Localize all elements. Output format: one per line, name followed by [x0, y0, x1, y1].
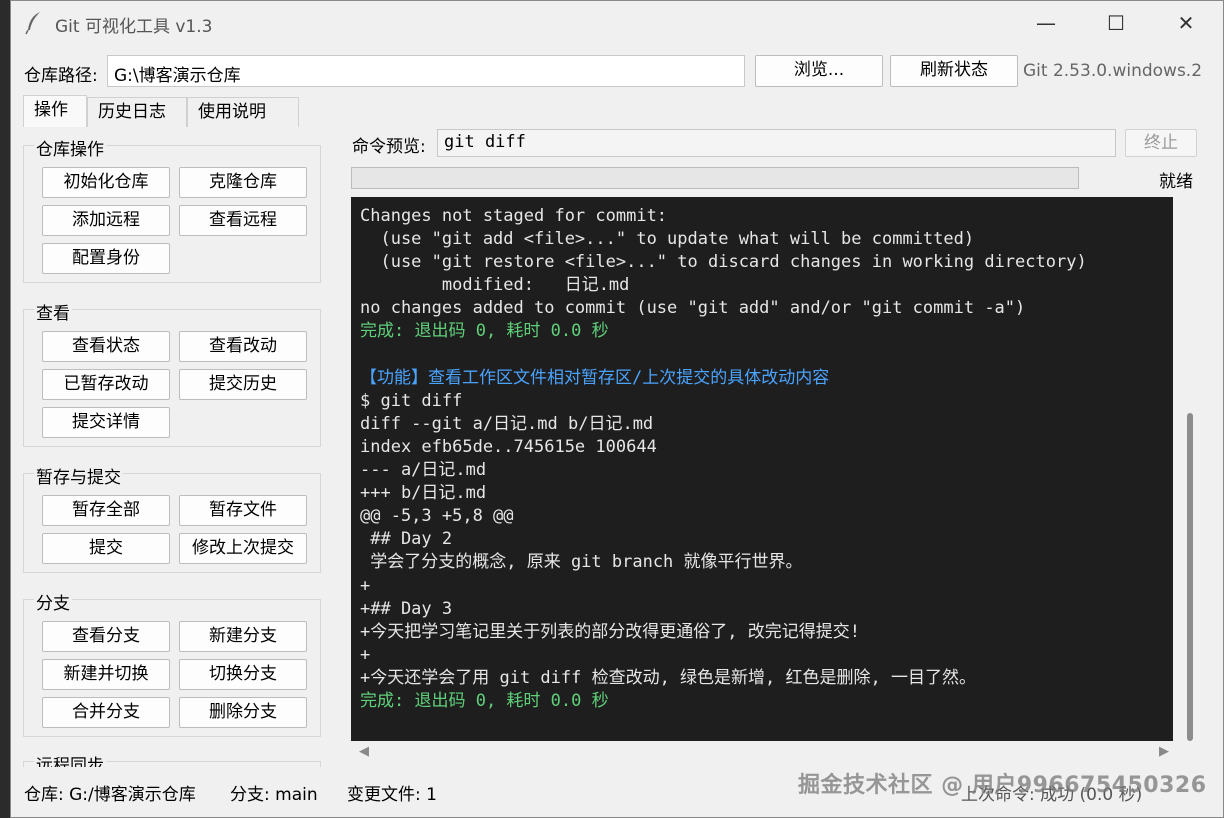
console-line: Changes not staged for commit:	[360, 206, 668, 226]
stage-file-button[interactable]: 暂存文件	[179, 495, 307, 526]
command-preview-row: 命令预览: git diff 终止	[351, 129, 1223, 159]
git-version-label: Git 2.53.0.windows.2	[1023, 61, 1203, 81]
commit-details-button[interactable]: 提交详情	[42, 407, 170, 438]
commit-button[interactable]: 提交	[42, 533, 170, 564]
group-branch: 分支 查看分支 新建分支 新建并切换 切换分支 合并分支 删除分支	[23, 589, 321, 737]
init-repo-button[interactable]: 初始化仓库	[42, 167, 170, 198]
operations-panel: 仓库操作 初始化仓库 克隆仓库 添加远程 查看远程 配置身份 查看 查看状态 查…	[23, 127, 339, 767]
group-repo-operations: 仓库操作 初始化仓库 克隆仓库 添加远程 查看远程 配置身份	[23, 135, 321, 283]
scroll-right-icon[interactable]: ▶	[1159, 744, 1169, 759]
merge-branch-button[interactable]: 合并分支	[42, 697, 170, 728]
command-preview-label: 命令预览:	[352, 137, 426, 157]
console-line: $ git diff	[360, 390, 463, 411]
browse-button[interactable]: 浏览...	[755, 55, 883, 87]
tab-history-log[interactable]: 历史日志	[87, 97, 187, 127]
console-line: index efb65de..745615e 100644	[360, 436, 657, 457]
console-line: diff --git a/日记.md b/日记.md	[360, 413, 654, 434]
delete-branch-button[interactable]: 删除分支	[179, 697, 307, 728]
console-line: --- a/日记.md	[360, 460, 487, 481]
console-line: 完成: 退出码 0, 耗时 0.0 秒	[360, 690, 609, 711]
close-button[interactable]: ✕	[1151, 1, 1221, 45]
staged-changes-button[interactable]: 已暂存改动	[42, 369, 170, 400]
progress-bar	[351, 167, 1079, 189]
status-changed-files: 变更文件: 1	[347, 785, 437, 805]
amend-commit-button[interactable]: 修改上次提交	[179, 533, 307, 564]
console-line: +	[360, 644, 371, 665]
scroll-left-icon[interactable]: ◀	[359, 744, 369, 759]
new-and-switch-button[interactable]: 新建并切换	[42, 659, 170, 690]
console-line: +今天把学习笔记里关于列表的部分改得更通俗了, 改完记得提交!	[360, 621, 860, 642]
commit-history-button[interactable]: 提交历史	[179, 369, 307, 400]
group-title: 远程同步	[34, 751, 106, 767]
title-bar[interactable]: Git 可视化工具 v1.3 — ☐ ✕	[11, 1, 1223, 45]
console-line: ## Day 2	[360, 529, 453, 550]
console-line: no changes added to commit (use "git add…	[360, 298, 1026, 319]
repo-path-row: 仓库路径: G:\博客演示仓库 浏览... 刷新状态 Git 2.53.0.wi…	[11, 55, 1223, 87]
view-changes-button[interactable]: 查看改动	[179, 331, 307, 362]
scrollbar-thumb[interactable]	[1187, 413, 1193, 741]
status-label: 就绪	[1159, 172, 1193, 192]
console-line: 完成: 退出码 0, 耗时 0.0 秒	[360, 321, 609, 342]
watermark: 掘金技术社区 @ 用户996675450326	[798, 773, 1207, 798]
view-remote-button[interactable]: 查看远程	[179, 205, 307, 236]
stop-button[interactable]: 终止	[1125, 129, 1197, 157]
output-console[interactable]: Changes not staged for commit: (use "git…	[351, 197, 1173, 741]
stage-all-button[interactable]: 暂存全部	[42, 495, 170, 526]
new-branch-button[interactable]: 新建分支	[179, 621, 307, 652]
window-title: Git 可视化工具 v1.3	[55, 17, 213, 37]
app-window: Git 可视化工具 v1.3 — ☐ ✕ 仓库路径: G:\博客演示仓库 浏览.…	[10, 0, 1224, 818]
group-title: 仓库操作	[34, 135, 106, 160]
group-stage-commit: 暂存与提交 暂存全部 暂存文件 提交 修改上次提交	[23, 463, 321, 573]
refresh-status-button[interactable]: 刷新状态	[890, 55, 1018, 87]
tab-usage-guide[interactable]: 使用说明	[187, 97, 299, 127]
repo-path-label: 仓库路径:	[24, 66, 98, 86]
tab-operations[interactable]: 操作	[23, 95, 87, 127]
console-vertical-scrollbar[interactable]	[1183, 197, 1197, 741]
group-view: 查看 查看状态 查看改动 已暂存改动 提交历史 提交详情	[23, 299, 321, 447]
console-line: modified: 日记.md	[360, 275, 630, 296]
console-line: +	[360, 575, 371, 596]
feather-icon	[25, 12, 40, 35]
status-branch: 分支: main	[230, 785, 318, 805]
switch-branch-button[interactable]: 切换分支	[179, 659, 307, 690]
config-identity-button[interactable]: 配置身份	[42, 243, 170, 274]
view-branches-button[interactable]: 查看分支	[42, 621, 170, 652]
console-horizontal-scrollbar[interactable]: ◀ ▶	[351, 741, 1173, 763]
console-line: @@ -5,3 +5,8 @@	[360, 506, 514, 527]
group-title: 查看	[34, 299, 72, 324]
view-status-button[interactable]: 查看状态	[42, 331, 170, 362]
command-preview-field[interactable]: git diff	[437, 129, 1116, 157]
maximize-button[interactable]: ☐	[1081, 1, 1151, 45]
console-line: +++ b/日记.md	[360, 483, 487, 504]
repo-path-input[interactable]: G:\博客演示仓库	[107, 55, 745, 87]
progress-row: 就绪	[351, 167, 1223, 192]
console-line: (use "git restore <file>..." to discard …	[360, 252, 1087, 273]
group-title: 分支	[34, 589, 72, 614]
console-line: (use "git add <file>..." to update what …	[360, 229, 975, 250]
minimize-button[interactable]: —	[1011, 1, 1081, 45]
status-repo: 仓库: G:/博客演示仓库	[24, 785, 196, 805]
console-line: +今天还学会了用 git diff 检查改动, 绿色是新增, 红色是删除, 一目…	[360, 667, 976, 688]
add-remote-button[interactable]: 添加远程	[42, 205, 170, 236]
group-remote-sync: 远程同步	[23, 751, 321, 767]
console-line: 【功能】查看工作区文件相对暂存区/上次提交的具体改动内容	[360, 367, 830, 388]
console-line: +## Day 3	[360, 598, 453, 619]
console-line: 学会了分支的概念, 原来 git branch 就像平行世界。	[360, 552, 803, 573]
clone-repo-button[interactable]: 克隆仓库	[179, 167, 307, 198]
group-title: 暂存与提交	[34, 463, 123, 488]
